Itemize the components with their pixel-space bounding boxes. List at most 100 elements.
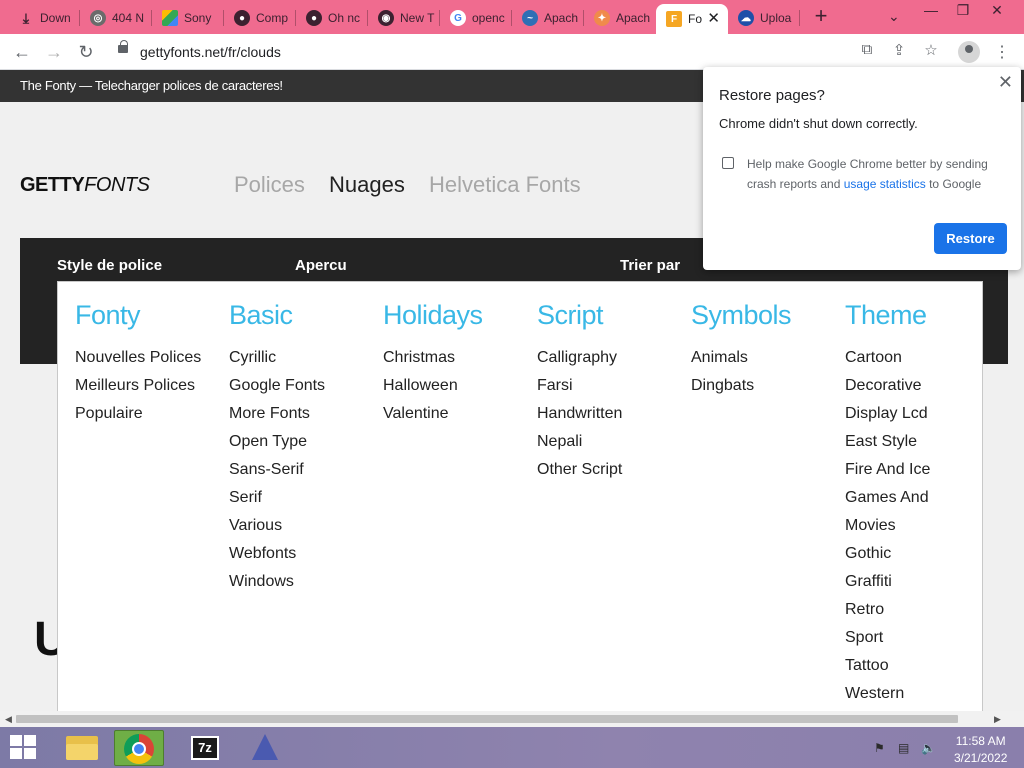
close-window-icon[interactable]: ✕ — [982, 2, 1012, 19]
lock-icon[interactable] — [118, 40, 128, 53]
usage-statistics-link[interactable]: usage statistics — [844, 177, 926, 191]
menu-link[interactable]: Display Lcd — [845, 400, 995, 428]
menu-heading[interactable]: Holidays — [383, 300, 533, 334]
menu-link[interactable]: Various — [229, 512, 379, 540]
back-arrow-icon[interactable]: ← — [10, 40, 34, 64]
checkbox-text-end: to Google — [925, 177, 982, 191]
header-style-de-police[interactable]: Style de police — [57, 257, 162, 274]
header-trier-par[interactable]: Trier par — [620, 257, 680, 274]
header-apercu[interactable]: Apercu — [295, 257, 347, 274]
dialog-title: Restore pages? — [719, 87, 825, 104]
translate-icon[interactable]: ⧉ — [856, 41, 878, 63]
menu-link[interactable]: Meilleurs Polices — [75, 372, 225, 400]
menu-link[interactable]: Open Type — [229, 428, 379, 456]
app-icon[interactable] — [240, 730, 290, 766]
cloud-upload-icon: ☁ — [738, 10, 754, 26]
menu-link[interactable]: Fire And Ice — [845, 456, 995, 484]
minimize-icon[interactable]: — — [916, 2, 946, 18]
tab-apache-1[interactable]: ~ Apach — [512, 4, 584, 32]
apache-icon: ✦ — [594, 10, 610, 26]
profile-avatar-icon[interactable] — [958, 41, 980, 63]
windows-taskbar: 7z ⚑ ▤ 🔈 11:58 AM 3/21/2022 — [0, 727, 1024, 768]
menu-link[interactable]: Cyrillic — [229, 344, 379, 372]
menu-link[interactable]: Animals — [691, 344, 841, 372]
usage-stats-checkbox[interactable] — [722, 157, 734, 169]
menu-link[interactable]: Decorative — [845, 372, 995, 400]
menu-link[interactable]: East Style — [845, 428, 995, 456]
tab-new-tab[interactable]: ◉ New T — [368, 4, 440, 32]
nav-link-helvetica[interactable]: Helvetica Fonts — [429, 172, 581, 198]
scroll-left-arrow-icon[interactable]: ◀ — [5, 714, 12, 725]
more-menu-icon[interactable]: ⋮ — [994, 42, 1010, 62]
menu-link[interactable]: Serif — [229, 484, 379, 512]
menu-link[interactable]: Western — [845, 680, 995, 708]
menu-link[interactable]: Christmas — [383, 344, 533, 372]
close-tab-icon[interactable]: ✕ — [707, 9, 720, 27]
volume-muted-icon[interactable]: 🔈 — [921, 741, 936, 755]
menu-link[interactable]: Populaire — [75, 400, 225, 428]
menu-link[interactable]: Sport — [845, 624, 995, 652]
menu-link[interactable]: Dingbats — [691, 372, 841, 400]
menu-link[interactable]: Valentine — [383, 400, 533, 428]
tab-downloads[interactable]: ⤓ Down — [8, 4, 80, 32]
menu-link[interactable]: Cartoon — [845, 344, 995, 372]
new-tab-button[interactable]: + — [808, 5, 834, 29]
tab-search-chevron-icon[interactable]: ⌄ — [888, 8, 900, 25]
url-text[interactable]: gettyfonts.net/fr/clouds — [140, 44, 281, 60]
menu-link[interactable]: Other Script — [537, 456, 687, 484]
menu-link[interactable]: Retro — [845, 596, 995, 624]
menu-link[interactable]: Graffiti — [845, 568, 995, 596]
menu-link[interactable]: Tattoo — [845, 652, 995, 680]
menu-heading[interactable]: Theme — [845, 300, 995, 334]
address-bar[interactable]: gettyfonts.net/fr/clouds — [108, 39, 848, 65]
tab-404[interactable]: ◎ 404 N — [80, 4, 152, 32]
menu-link[interactable]: Games And — [845, 484, 995, 512]
tab-fonty-active[interactable]: F Fo ✕ — [656, 4, 728, 34]
menu-link[interactable]: Google Fonts — [229, 372, 379, 400]
menu-link[interactable]: More Fonts — [229, 400, 379, 428]
nav-link-nuages[interactable]: Nuages — [329, 172, 405, 198]
scrollbar-thumb[interactable] — [16, 715, 958, 723]
network-icon[interactable]: ▤ — [898, 741, 909, 755]
menu-link[interactable]: Farsi — [537, 372, 687, 400]
tab-opencv[interactable]: G openc — [440, 4, 512, 32]
menu-column-holidays: Holidays Christmas Halloween Valentine — [383, 300, 533, 428]
logo-bold: GETTY — [20, 174, 85, 196]
windows-start-icon[interactable] — [10, 735, 38, 761]
horizontal-scrollbar[interactable]: ◀ ▶ — [0, 711, 1024, 727]
7zip-icon[interactable]: 7z — [180, 730, 230, 766]
menu-link[interactable]: Nepali — [537, 428, 687, 456]
restore-window-icon[interactable]: ❐ — [948, 2, 978, 19]
tab-sony[interactable]: Sony — [152, 4, 224, 32]
system-clock[interactable]: 11:58 AM 3/21/2022 — [954, 733, 1007, 767]
tab-comp[interactable]: ● Comp — [224, 4, 296, 32]
scroll-right-arrow-icon[interactable]: ▶ — [994, 714, 1001, 725]
menu-heading[interactable]: Symbols — [691, 300, 841, 334]
site-logo[interactable]: GETTYFONTS — [20, 174, 150, 197]
menu-link[interactable]: Windows — [229, 568, 379, 596]
chrome-icon[interactable] — [114, 730, 164, 766]
menu-link[interactable]: Movies — [845, 512, 995, 540]
menu-heading[interactable]: Basic — [229, 300, 379, 334]
menu-link[interactable]: Halloween — [383, 372, 533, 400]
tab-oh-no[interactable]: ● Oh nc — [296, 4, 368, 32]
menu-heading[interactable]: Fonty — [75, 300, 225, 334]
menu-link[interactable]: Nouvelles Polices — [75, 344, 225, 372]
menu-link[interactable]: Calligraphy — [537, 344, 687, 372]
close-icon[interactable]: ✕ — [998, 72, 1013, 93]
menu-heading[interactable]: Script — [537, 300, 687, 334]
menu-link[interactable]: Gothic — [845, 540, 995, 568]
restore-button[interactable]: Restore — [934, 223, 1007, 254]
file-explorer-icon[interactable] — [57, 730, 107, 766]
reload-icon[interactable]: ↻ — [74, 40, 98, 64]
menu-link[interactable]: Webfonts — [229, 540, 379, 568]
bookmark-star-icon[interactable]: ☆ — [920, 41, 942, 63]
tab-apache-2[interactable]: ✦ Apach — [584, 4, 656, 32]
forward-arrow-icon[interactable]: → — [42, 40, 66, 64]
tab-upload[interactable]: ☁ Uploa — [728, 4, 800, 32]
menu-link[interactable]: Sans-Serif — [229, 456, 379, 484]
menu-link[interactable]: Handwritten — [537, 400, 687, 428]
flag-icon[interactable]: ⚑ — [874, 741, 885, 755]
share-icon[interactable]: ⇪ — [888, 41, 910, 63]
nav-link-polices[interactable]: Polices — [234, 172, 305, 198]
